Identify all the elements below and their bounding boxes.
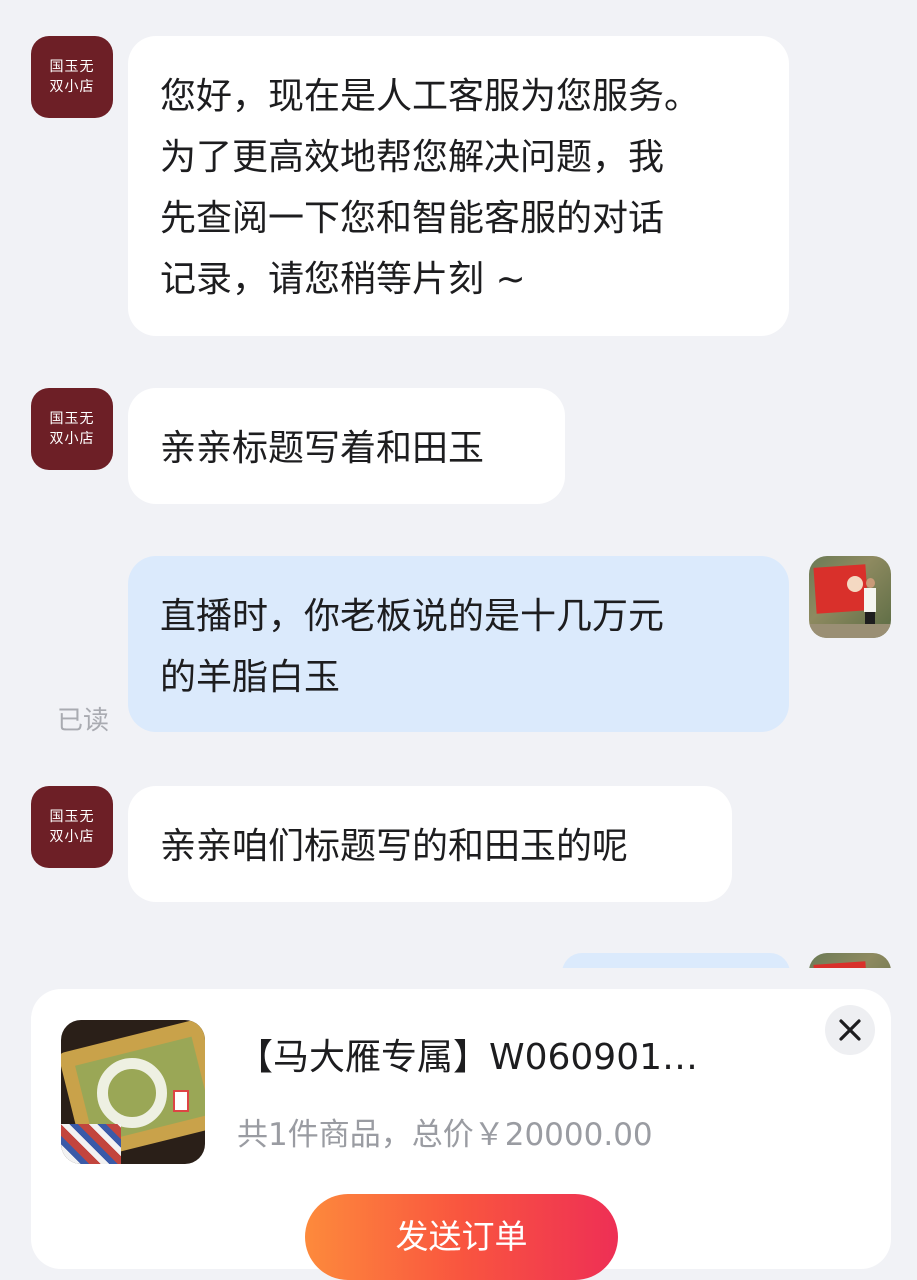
thumbnail-bangle: [97, 1058, 167, 1128]
shop-avatar-text-line1: 国玉无: [49, 411, 95, 427]
close-icon: [839, 1019, 861, 1041]
order-title[interactable]: 【马大雁专属】W060901…: [237, 1033, 757, 1083]
avatar-flag-emblem: [847, 576, 863, 592]
message-bubble-incoming[interactable]: 您好，现在是人工客服为您服务。 为了更高效地帮您解决问题，我 先查阅一下您和智能…: [128, 36, 789, 336]
shop-avatar[interactable]: 国玉无 双小店: [31, 388, 113, 470]
shop-avatar-text-line2: 双小店: [49, 829, 95, 845]
thumbnail-tag: [173, 1090, 189, 1112]
shop-avatar-text-line2: 双小店: [49, 79, 95, 95]
avatar-person-head: [866, 578, 875, 588]
user-avatar[interactable]: [809, 556, 891, 638]
jade-bangle-thumbnail[interactable]: [61, 1020, 205, 1164]
avatar-person-body: [864, 588, 876, 612]
shop-avatar[interactable]: 国玉无 双小店: [31, 786, 113, 868]
shop-avatar[interactable]: 国玉无 双小店: [31, 36, 113, 118]
message-bubble-outgoing-partial[interactable]: [562, 953, 790, 968]
read-status: 已读: [57, 706, 110, 736]
chat-history[interactable]: 国玉无 双小店 您好，现在是人工客服为您服务。 为了更高效地帮您解决问题，我 先…: [0, 0, 917, 968]
send-order-button[interactable]: 发送订单: [305, 1194, 618, 1280]
shop-avatar-text-line1: 国玉无: [49, 809, 95, 825]
avatar-flag: [813, 961, 869, 968]
message-bubble-incoming[interactable]: 亲亲标题写着和田玉: [128, 388, 565, 504]
shop-avatar-text-line2: 双小店: [49, 431, 95, 447]
order-card: 【马大雁专属】W060901… 共1件商品，总价￥20000.00 发送订单: [31, 989, 891, 1280]
message-bubble-outgoing[interactable]: 直播时，你老板说的是十几万元 的羊脂白玉: [128, 556, 789, 732]
user-avatar-partial[interactable]: [809, 953, 891, 968]
order-summary: 共1件商品，总价￥20000.00: [237, 1117, 653, 1153]
close-button[interactable]: [825, 1005, 875, 1055]
message-bubble-incoming[interactable]: 亲亲咱们标题写的和田玉的呢: [128, 786, 732, 902]
avatar-ground: [809, 624, 891, 638]
thumbnail-cloth: [61, 1124, 121, 1164]
shop-avatar-text-line1: 国玉无: [49, 59, 95, 75]
